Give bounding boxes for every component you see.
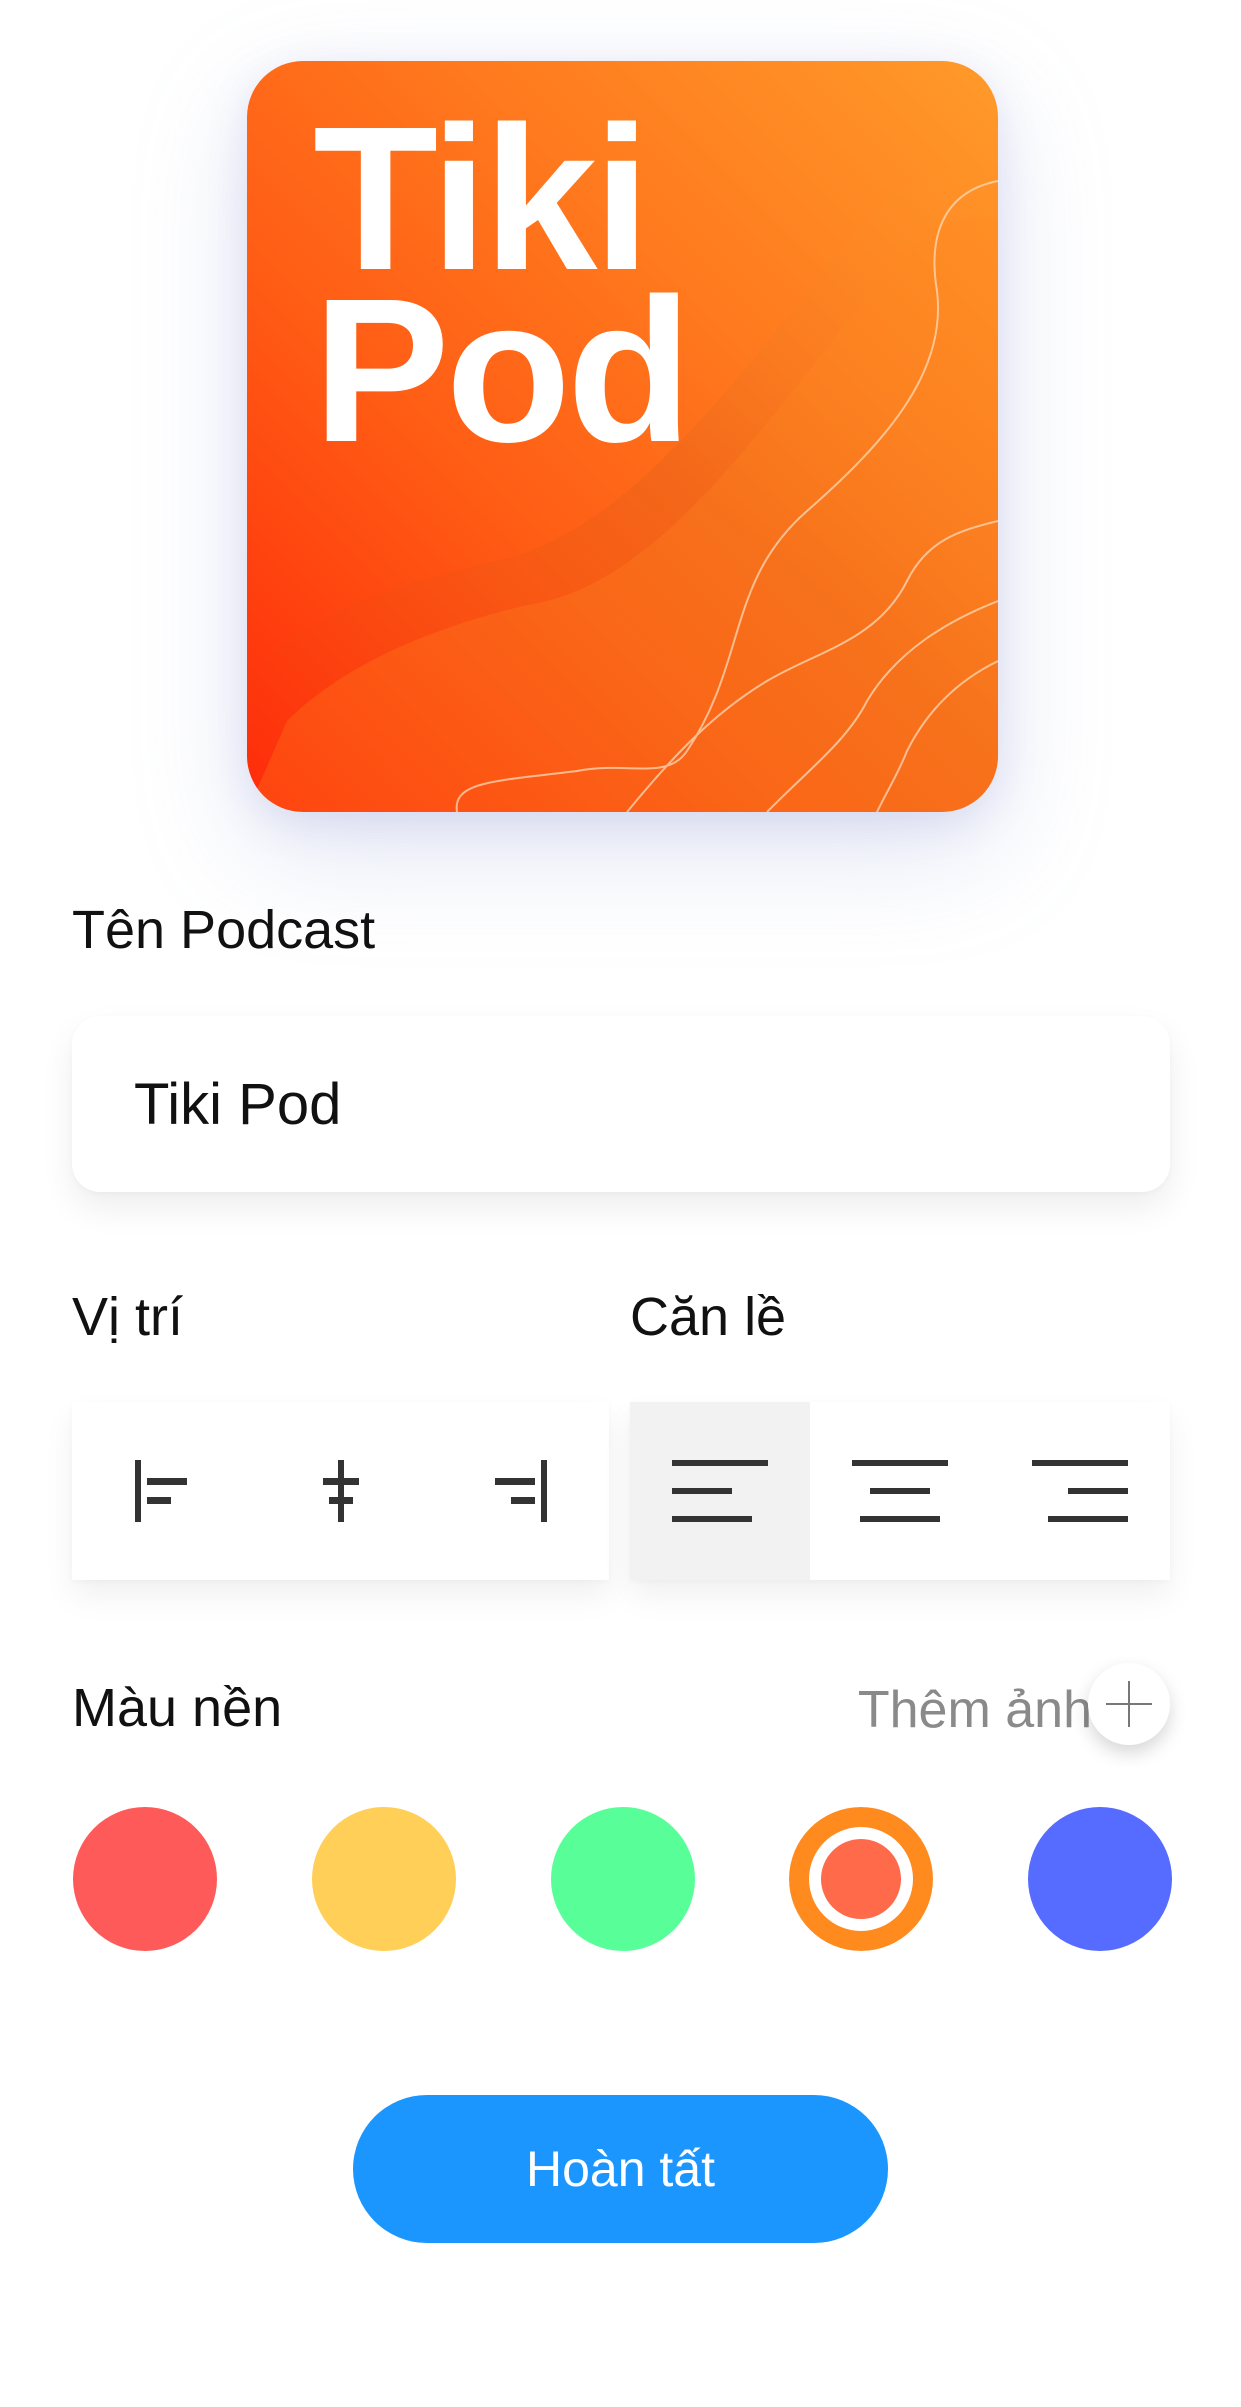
color-swatch-green[interactable]: [551, 1807, 695, 1951]
position-right-option[interactable]: [430, 1402, 609, 1580]
alignment-selector: [630, 1402, 1170, 1580]
background-color-label: Màu nền: [72, 1678, 283, 1738]
podcast-cover: Tiki Pod: [247, 61, 998, 812]
position-selector: [72, 1402, 609, 1580]
plus-icon: [1106, 1681, 1152, 1727]
podcast-name-input[interactable]: Tiki Pod: [72, 1016, 1170, 1192]
position-center-option[interactable]: [251, 1402, 430, 1580]
position-left-option[interactable]: [72, 1402, 251, 1580]
podcast-name-value: Tiki Pod: [134, 1071, 342, 1137]
cover-title-line2: Pod: [313, 256, 692, 485]
align-left-edge-icon: [134, 1460, 187, 1522]
text-align-center-icon: [852, 1460, 948, 1522]
text-align-left-icon: [672, 1460, 768, 1522]
color-swatch-blue[interactable]: [1028, 1807, 1172, 1951]
text-align-right-icon: [1032, 1460, 1128, 1522]
color-swatch-orange-selected[interactable]: [789, 1807, 933, 1951]
alignment-right-option[interactable]: [990, 1402, 1170, 1580]
position-label: Vị trí: [72, 1287, 184, 1347]
alignment-label: Căn lề: [630, 1287, 787, 1347]
alignment-center-option[interactable]: [810, 1402, 990, 1580]
cover-title: Tiki Pod: [313, 96, 692, 485]
color-swatch-yellow[interactable]: [312, 1807, 456, 1951]
color-swatch-red[interactable]: [73, 1807, 217, 1951]
add-photo-label[interactable]: Thêm ảnh: [858, 1680, 1092, 1740]
align-right-edge-icon: [494, 1460, 547, 1522]
alignment-left-option[interactable]: [630, 1402, 810, 1580]
done-button[interactable]: Hoàn tất: [353, 2095, 888, 2243]
align-center-edge-icon: [322, 1460, 359, 1522]
add-photo-button[interactable]: [1088, 1663, 1170, 1745]
podcast-name-label: Tên Podcast: [72, 900, 376, 960]
